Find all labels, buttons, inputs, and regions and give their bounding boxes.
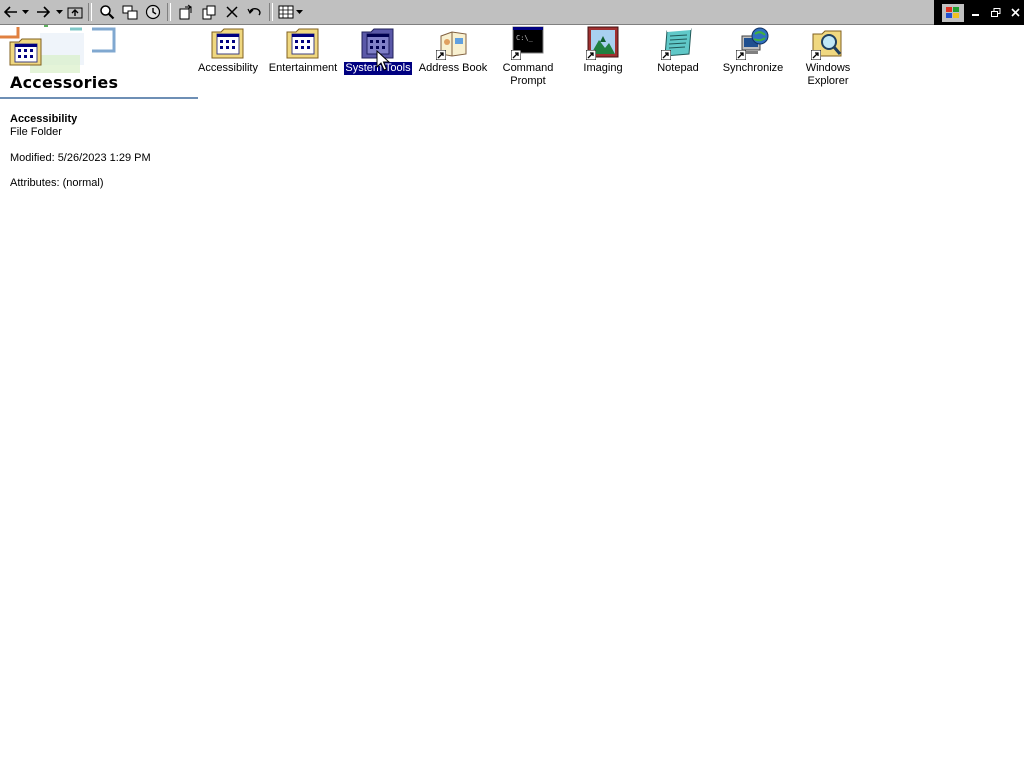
views-dropdown[interactable]: [295, 1, 304, 23]
program-folder-icon: [9, 38, 42, 66]
icon-label: Entertainment: [268, 62, 338, 74]
search-icon: [100, 5, 115, 20]
copy-to-icon: [202, 5, 216, 20]
icon-command-prompt[interactable]: C:\_ Command Prompt: [490, 26, 566, 88]
forward-button[interactable]: [31, 1, 55, 23]
forward-dropdown[interactable]: [55, 1, 64, 23]
folder-banner: Accessories: [0, 25, 198, 99]
search-button[interactable]: [96, 1, 118, 23]
shortcut-arrow-icon: [436, 50, 446, 60]
icon-address-book[interactable]: Address Book: [415, 26, 491, 75]
chevron-down-icon: [56, 10, 63, 14]
back-dropdown[interactable]: [21, 1, 30, 23]
imaging-icon: [586, 26, 620, 60]
icon-label: System Tools: [343, 61, 413, 76]
icon-synchronize[interactable]: Synchronize: [715, 26, 791, 75]
icon-imaging[interactable]: Imaging: [565, 26, 641, 75]
up-button[interactable]: [65, 1, 85, 23]
icon-entertainment[interactable]: Entertainment: [265, 26, 341, 75]
windows-explorer-icon: [811, 26, 845, 60]
icon-label: Synchronize: [722, 62, 784, 74]
selected-item-attributes: Attributes: (normal): [10, 177, 104, 189]
icon-windows-explorer[interactable]: Windows Explorer: [790, 26, 866, 88]
shortcut-arrow-icon: [511, 50, 521, 60]
toolbar-separator: [88, 3, 92, 21]
svg-text:C:\_: C:\_: [516, 34, 534, 42]
command-prompt-icon: C:\_: [511, 26, 545, 60]
selected-item-type: File Folder: [10, 126, 62, 138]
restore-button[interactable]: [988, 6, 1004, 20]
up-folder-icon: [67, 7, 83, 19]
selected-item-modified: Modified: 5/26/2023 1:29 PM: [10, 152, 151, 164]
move-to-button[interactable]: [175, 1, 197, 23]
icon-notepad[interactable]: Notepad: [640, 26, 716, 75]
minimize-button[interactable]: [968, 6, 984, 20]
back-arrow-icon: [4, 6, 17, 18]
toolbar: [0, 0, 934, 25]
close-button[interactable]: [1008, 6, 1024, 20]
views-button[interactable]: [277, 1, 295, 23]
icon-system-tools[interactable]: System Tools: [340, 26, 416, 76]
shortcut-arrow-icon: [586, 50, 596, 60]
chevron-down-icon: [22, 10, 29, 14]
icon-label: Accessibility: [198, 62, 258, 74]
folders-button[interactable]: [119, 1, 141, 23]
toolbar-separator: [269, 3, 273, 21]
icon-label: Windows Explorer: [805, 62, 851, 87]
folders-icon: [122, 5, 138, 19]
program-folder-icon: [361, 28, 394, 59]
copy-to-button[interactable]: [198, 1, 220, 23]
delete-icon: [226, 6, 238, 18]
delete-button[interactable]: [221, 1, 243, 23]
forward-arrow-icon: [37, 6, 50, 18]
window-controls: [934, 0, 1024, 25]
address-book-icon: [436, 26, 470, 60]
undo-icon: [247, 7, 261, 16]
icon-label: Command Prompt: [502, 62, 554, 87]
icon-accessibility[interactable]: Accessibility: [190, 26, 266, 75]
icon-label: Notepad: [657, 62, 699, 74]
icon-label: Address Book: [418, 62, 488, 74]
history-icon: [145, 4, 161, 20]
info-pane: Accessories Accessibility File Folder Mo…: [0, 25, 200, 768]
back-button[interactable]: [1, 1, 21, 23]
toolbar-separator: [167, 3, 171, 21]
minimize-icon: [972, 13, 979, 16]
program-folder-icon: [211, 28, 244, 59]
selected-item-name: Accessibility: [10, 113, 78, 125]
notepad-icon: [661, 26, 695, 60]
icon-label: Imaging: [583, 62, 623, 74]
restore-icon: [991, 7, 1001, 17]
history-button[interactable]: [142, 1, 164, 23]
program-folder-icon: [286, 28, 319, 59]
close-icon: [1011, 7, 1020, 17]
folder-title: Accessories: [10, 73, 119, 92]
synchronize-icon: [736, 26, 770, 60]
shortcut-arrow-icon: [736, 50, 746, 60]
undo-button[interactable]: [244, 1, 266, 23]
move-to-icon: [179, 4, 192, 20]
shortcut-arrow-icon: [661, 50, 671, 60]
shortcut-arrow-icon: [811, 50, 821, 60]
chevron-down-icon: [296, 10, 303, 14]
windows-logo-icon: [942, 3, 964, 22]
views-icon: [278, 5, 294, 19]
